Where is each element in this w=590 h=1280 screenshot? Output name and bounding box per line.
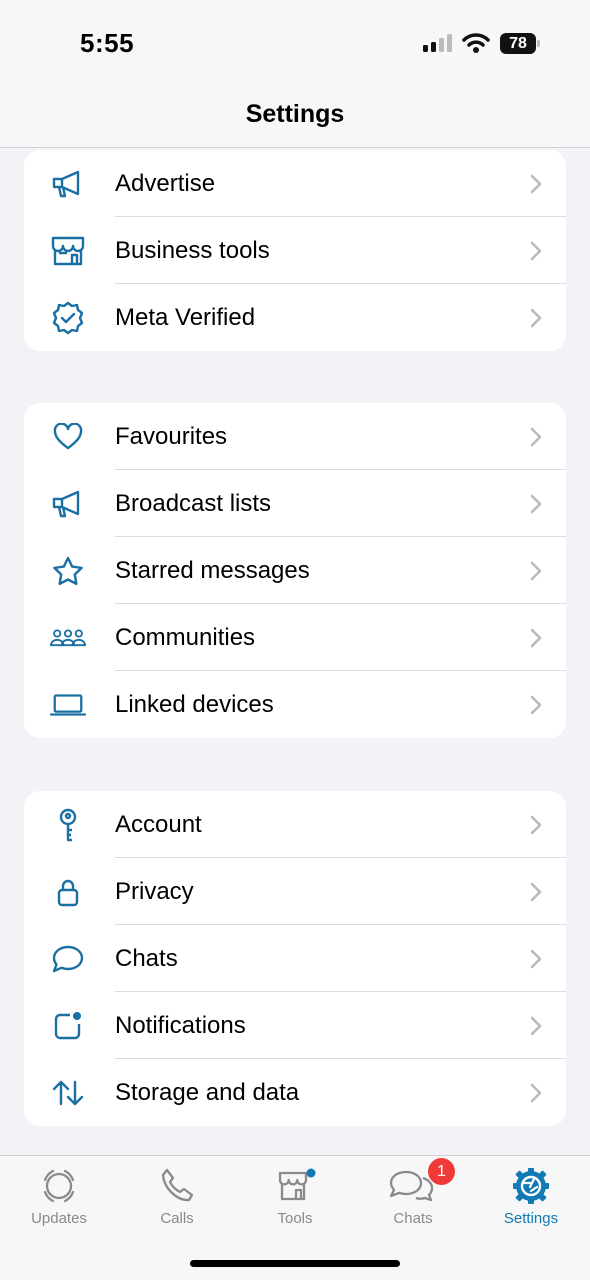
battery-level: 78 bbox=[500, 33, 536, 54]
battery-tip bbox=[537, 40, 540, 47]
settings-item-favourites[interactable]: Favourites bbox=[24, 403, 566, 470]
people-group-icon bbox=[50, 620, 86, 656]
settings-item-label: Storage and data bbox=[115, 1079, 300, 1106]
settings-item-label: Meta Verified bbox=[115, 304, 256, 331]
settings-item-label: Starred messages bbox=[115, 557, 310, 584]
settings-item-label: Privacy bbox=[115, 878, 194, 905]
key-icon bbox=[50, 807, 86, 843]
settings-group-business: Advertise Business tools Meta Verified bbox=[24, 150, 566, 351]
settings-item-meta-verified[interactable]: Meta Verified bbox=[24, 284, 566, 351]
chevron-right-icon bbox=[530, 427, 542, 447]
tab-label: Chats bbox=[393, 1210, 433, 1227]
settings-group-lists: Favourites Broadcast lists Starred messa… bbox=[24, 403, 566, 738]
chevron-right-icon bbox=[530, 308, 542, 328]
settings-item-label: Communities bbox=[115, 624, 256, 651]
settings-item-privacy[interactable]: Privacy bbox=[24, 858, 566, 925]
settings-item-label: Linked devices bbox=[115, 691, 274, 718]
tab-label: Settings bbox=[503, 1210, 559, 1227]
settings-item-label: Business tools bbox=[115, 237, 270, 264]
settings-item-notifications[interactable]: Notifications bbox=[24, 992, 566, 1059]
settings-item-business-tools[interactable]: Business tools bbox=[24, 217, 566, 284]
settings-item-linked-devices[interactable]: Linked devices bbox=[24, 671, 566, 738]
megaphone-icon bbox=[50, 486, 86, 522]
wifi-icon bbox=[462, 33, 490, 53]
home-indicator[interactable] bbox=[190, 1260, 400, 1267]
tools-dot-indicator bbox=[306, 1168, 316, 1178]
chevron-right-icon bbox=[530, 628, 542, 648]
verified-badge-icon bbox=[50, 300, 86, 336]
chevron-right-icon bbox=[530, 1083, 542, 1103]
settings-item-label: Favourites bbox=[115, 423, 228, 450]
megaphone-icon bbox=[50, 166, 86, 202]
tab-label: Updates bbox=[31, 1210, 87, 1227]
chevron-right-icon bbox=[530, 494, 542, 514]
settings-item-label: Advertise bbox=[115, 170, 216, 197]
chevron-right-icon bbox=[530, 241, 542, 261]
laptop-icon bbox=[50, 687, 86, 723]
chevron-right-icon bbox=[530, 561, 542, 581]
tab-tools[interactable]: Tools bbox=[236, 1156, 354, 1246]
settings-item-chats[interactable]: Chats bbox=[24, 925, 566, 992]
tab-calls[interactable]: Calls bbox=[118, 1156, 236, 1246]
settings-group-account: Account Privacy Chats Notifications Stor… bbox=[24, 791, 566, 1126]
settings-item-starred-messages[interactable]: Starred messages bbox=[24, 537, 566, 604]
chevron-right-icon bbox=[530, 695, 542, 715]
settings-item-account[interactable]: Account bbox=[24, 791, 566, 858]
page-title: Settings bbox=[245, 100, 345, 128]
up-down-arrows-icon bbox=[50, 1075, 86, 1111]
gear-icon bbox=[513, 1168, 549, 1204]
status-time: 5:55 bbox=[80, 28, 135, 58]
settings-item-label: Broadcast lists bbox=[115, 490, 272, 517]
notification-dot-icon bbox=[50, 1008, 86, 1044]
tab-label: Tools bbox=[277, 1210, 313, 1227]
settings-item-advertise[interactable]: Advertise bbox=[24, 150, 566, 217]
chevron-right-icon bbox=[530, 882, 542, 902]
status-bar: 5:55 78 bbox=[0, 0, 590, 90]
settings-item-label: Notifications bbox=[115, 1012, 246, 1039]
cellular-signal-icon bbox=[423, 34, 452, 52]
star-icon bbox=[50, 553, 86, 589]
settings-item-label: Account bbox=[115, 811, 202, 838]
tab-label: Calls bbox=[160, 1210, 194, 1227]
updates-icon bbox=[43, 1169, 75, 1203]
chevron-right-icon bbox=[530, 949, 542, 969]
heart-icon bbox=[50, 419, 86, 455]
settings-item-storage-and-data[interactable]: Storage and data bbox=[24, 1059, 566, 1126]
chevron-right-icon bbox=[530, 1016, 542, 1036]
navigation-header: Settings bbox=[0, 90, 590, 148]
chats-unread-badge: 1 bbox=[428, 1158, 455, 1185]
settings-item-label: Chats bbox=[115, 945, 178, 972]
battery-indicator: 78 bbox=[500, 33, 541, 54]
settings-item-communities[interactable]: Communities bbox=[24, 604, 566, 671]
lock-icon bbox=[50, 874, 86, 910]
chat-bubble-icon bbox=[50, 941, 86, 977]
chevron-right-icon bbox=[530, 815, 542, 835]
phone-icon bbox=[161, 1168, 194, 1202]
settings-item-broadcast-lists[interactable]: Broadcast lists bbox=[24, 470, 566, 537]
storefront-icon bbox=[50, 233, 86, 269]
tab-settings[interactable]: Settings bbox=[472, 1156, 590, 1246]
chevron-right-icon bbox=[530, 174, 542, 194]
tab-updates[interactable]: Updates bbox=[0, 1156, 118, 1246]
